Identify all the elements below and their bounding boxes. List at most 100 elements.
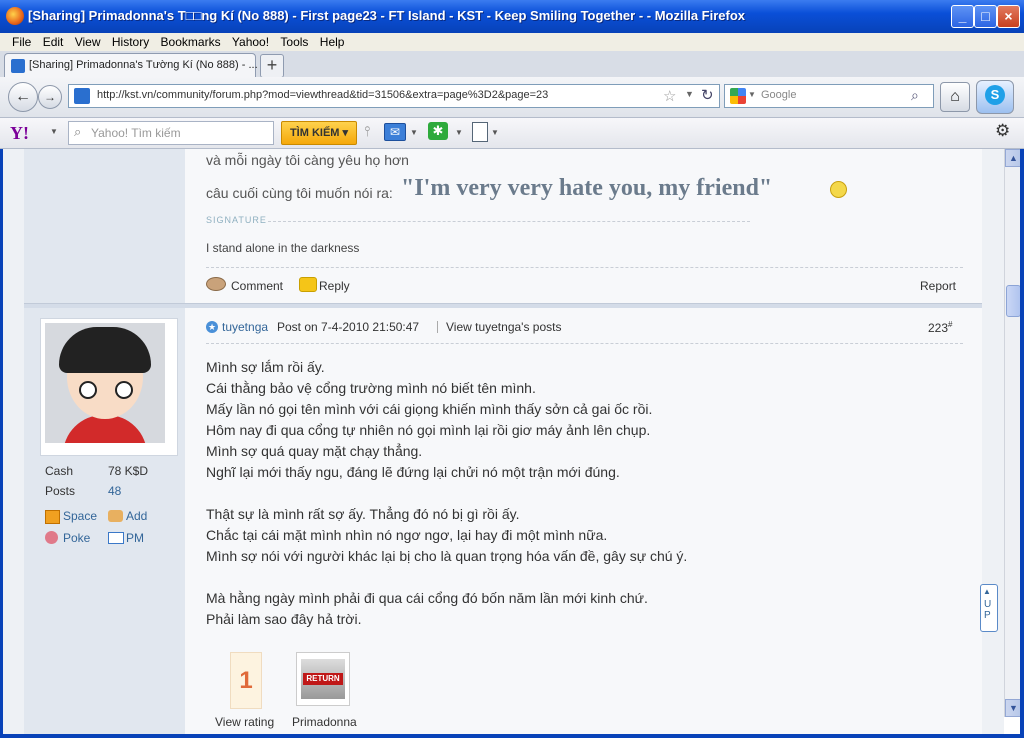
back-to-top-button[interactable]: ▲ UP	[980, 584, 998, 632]
reply-icon[interactable]	[299, 277, 317, 292]
posts-value[interactable]: 48	[108, 484, 121, 498]
avatar-image	[45, 323, 165, 443]
post-header-divider	[206, 343, 963, 344]
post-body-line: Thật sự là mình rất sợ ấy. Thẳng đó nó b…	[206, 506, 520, 522]
add-friend-link[interactable]: Add	[126, 509, 147, 523]
yahoo-search-button[interactable]: TÌM KIẾM ▾	[281, 121, 357, 145]
posts-label: Posts	[45, 484, 76, 498]
post-number-value: 223	[928, 321, 949, 335]
menu-edit[interactable]: Edit	[43, 33, 64, 51]
pages-dropdown-icon[interactable]: ▼	[491, 128, 499, 137]
close-button[interactable]: ×	[997, 5, 1020, 28]
yahoo-menu-arrow-icon[interactable]: ▼	[50, 127, 58, 136]
dropdown-arrow-icon[interactable]: ▼	[685, 89, 694, 99]
comment-link[interactable]: Comment	[231, 279, 283, 293]
window-frame-bottom	[0, 734, 1024, 738]
site-icon	[11, 59, 25, 73]
search-placeholder: Google	[761, 89, 797, 101]
menu-tools[interactable]: Tools	[280, 33, 308, 51]
tab-label: [Sharing] Primadonna's Tường Kí (No 888)…	[29, 59, 258, 71]
comment-icon[interactable]	[206, 277, 226, 291]
cash-label: Cash	[45, 464, 74, 478]
menu-file[interactable]: File	[12, 33, 31, 51]
post-number[interactable]: 223#	[928, 320, 952, 335]
forward-button[interactable]: →	[38, 85, 62, 109]
up-arrow-icon: ▲	[983, 587, 991, 596]
prev-post-prefix: câu cuối cùng tôi muốn nói ra:	[206, 185, 393, 201]
home-icon: ⌂	[950, 88, 960, 105]
pm-icon[interactable]	[108, 532, 124, 544]
pages-icon[interactable]	[472, 122, 488, 142]
google-icon	[730, 88, 746, 104]
medal-badge[interactable]: RETURN	[296, 652, 350, 706]
menu-view[interactable]: View	[75, 33, 101, 51]
space-link[interactable]: Space	[63, 509, 97, 523]
home-button[interactable]: ⌂	[940, 82, 970, 112]
vertical-scrollbar[interactable]: ▲ ▼	[1004, 149, 1022, 717]
view-user-posts-link[interactable]: View tuyetnga's posts	[446, 320, 561, 334]
antenna-icon[interactable]: ⫯	[364, 123, 370, 140]
search-icon[interactable]: ⌕	[911, 87, 919, 104]
bookmark-star-icon[interactable]: ☆	[663, 87, 676, 105]
post-actions-divider	[206, 267, 963, 268]
badge-text: RETURN	[303, 673, 343, 685]
post-body-line: Cái thằng bảo vệ cổng trường mình nó biế…	[206, 380, 536, 396]
post-divider	[24, 303, 982, 308]
back-arrow-icon: ←	[15, 88, 31, 105]
menu-yahoo[interactable]: Yahoo!	[232, 33, 269, 51]
mail-dropdown-icon[interactable]: ▼	[410, 128, 418, 137]
minimize-button[interactable]: _	[951, 5, 974, 28]
post-author-link[interactable]: tuyetnga	[222, 320, 268, 334]
poke-icon[interactable]	[45, 531, 58, 544]
reply-link[interactable]: Reply	[319, 279, 350, 293]
signature-divider	[268, 221, 750, 222]
back-button[interactable]: ←	[8, 82, 38, 112]
post-body-line: Mình sợ nói với người khác lại bị cho là…	[206, 548, 688, 564]
gear-icon[interactable]: ⚙	[995, 121, 1010, 141]
handshake-icon[interactable]	[108, 510, 123, 522]
prev-post-line: và mỗi ngày tôi càng yêu họ hơn	[206, 152, 409, 168]
post-body-line: Chắc tại cái mặt mình nhìn nó ngơ ngơ, l…	[206, 527, 608, 543]
maximize-button[interactable]: □	[974, 5, 997, 28]
menu-help[interactable]: Help	[320, 33, 345, 51]
poke-link[interactable]: Poke	[63, 531, 90, 545]
post-body: Mình sợ lắm rồi ấy. Cái thằng bảo vệ cổng…	[206, 357, 966, 630]
avatar-shirt	[63, 415, 147, 443]
search-bar[interactable]: ▼ Google ⌕	[724, 84, 934, 108]
search-icon: ⌕	[74, 124, 82, 139]
post-body-line: Mấy lần nó gọi tên mình với cái giọng kh…	[206, 401, 653, 417]
post-date: Post on 7-4-2010 21:50:47	[277, 320, 420, 334]
messenger-dropdown-icon[interactable]: ▼	[455, 128, 463, 137]
mail-icon[interactable]: ✉	[384, 123, 406, 141]
avatar-eye-right	[115, 381, 133, 399]
rating-count[interactable]: 1	[230, 652, 262, 709]
engine-dropdown-icon[interactable]: ▼	[748, 90, 756, 99]
menu-bookmarks[interactable]: Bookmarks	[161, 33, 221, 51]
skype-icon: S	[985, 85, 1005, 105]
reload-icon[interactable]: ↻	[701, 86, 714, 104]
messenger-icon[interactable]: ✱	[428, 122, 448, 140]
window-frame-left	[0, 149, 3, 738]
menu-history[interactable]: History	[112, 33, 149, 51]
cash-value: 78 K$D	[108, 464, 149, 478]
post-body-line: Mình sợ lắm rồi ấy.	[206, 359, 325, 375]
report-link[interactable]: Report	[920, 279, 956, 293]
title-bar: [Sharing] Primadonna's T□□ng Kí (No 888)…	[0, 0, 1024, 33]
avatar[interactable]	[40, 318, 178, 456]
yahoo-logo[interactable]: Y!	[10, 123, 29, 144]
address-bar[interactable]: http://kst.vn/community/forum.php?mod=vi…	[68, 84, 720, 108]
home-space-icon[interactable]	[45, 510, 60, 524]
pm-link[interactable]: PM	[126, 531, 144, 545]
tab-current[interactable]: [Sharing] Primadonna's Tường Kí (No 888)…	[4, 53, 258, 78]
site-icon	[74, 88, 90, 104]
scroll-thumb[interactable]	[1006, 285, 1021, 317]
signature-label: SIGNATURE	[206, 215, 267, 225]
yahoo-toolbar: Y! ▼ ⌕ Yahoo! Tìm kiếm TÌM KIẾM ▾ ⫯ ✉ ▼ …	[0, 118, 1024, 149]
firefox-icon	[6, 7, 24, 25]
yahoo-search-input[interactable]: ⌕ Yahoo! Tìm kiếm	[68, 121, 274, 145]
new-tab-button[interactable]: +	[260, 54, 284, 78]
skype-button[interactable]: S	[976, 80, 1014, 114]
view-rating-link[interactable]: View rating	[215, 715, 274, 729]
tab-bar: [Sharing] Primadonna's Tường Kí (No 888)…	[0, 51, 1024, 78]
post-body-line: Mà hằng ngày mình phải đi qua cái cổng đ…	[206, 590, 648, 606]
